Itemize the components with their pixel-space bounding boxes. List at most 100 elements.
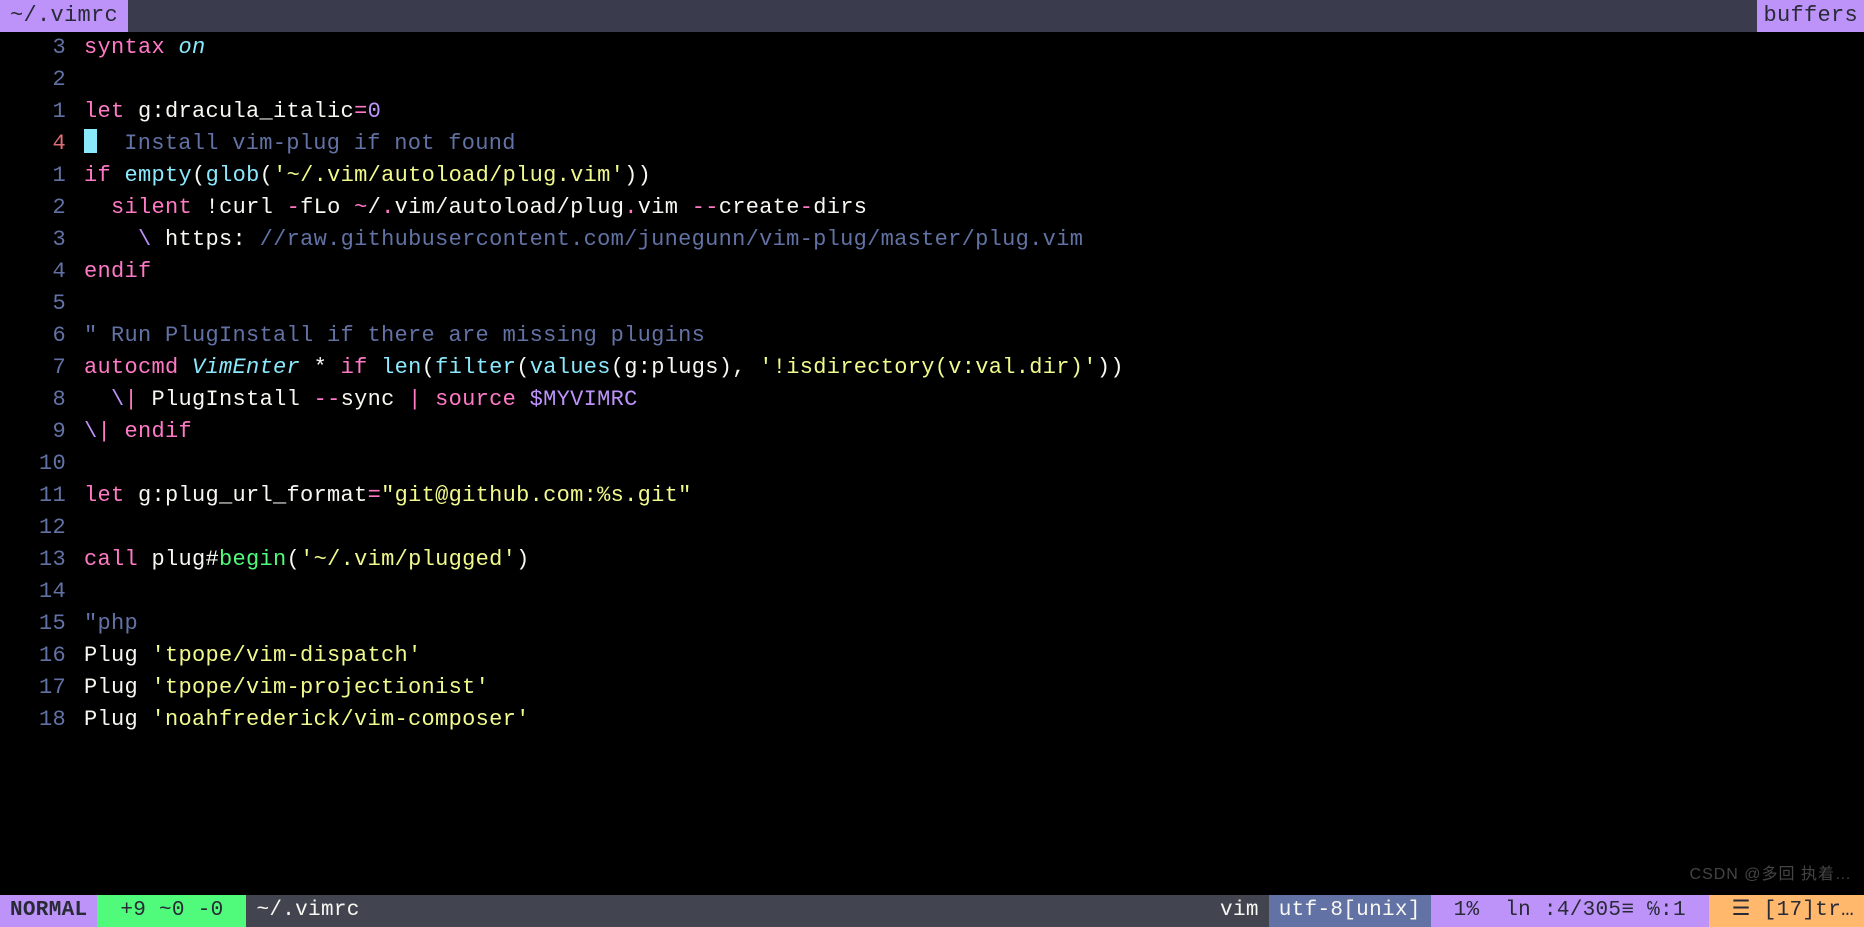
token [327, 355, 341, 380]
editor-line[interactable]: 4 Install vim-plug if not found [0, 128, 1864, 160]
tabline-right-label[interactable]: buffers [1757, 0, 1864, 32]
editor-line[interactable]: 16Plug 'tpope/vim-dispatch' [0, 640, 1864, 672]
code-content[interactable]: Install vim-plug if not found [84, 128, 1864, 160]
code-content[interactable]: let g:plug_url_format="git@github.com:%s… [84, 480, 1864, 512]
editor-viewport[interactable]: 3syntax on21let g:dracula_italic=04 Inst… [0, 32, 1864, 895]
line-number: 10 [0, 448, 84, 480]
tab-active[interactable]: ~/.vimrc [0, 0, 128, 32]
status-encoding: utf-8[unix] [1269, 895, 1431, 927]
token: \ [138, 227, 152, 252]
token: dracula_italic [165, 99, 354, 124]
token: let [84, 483, 125, 508]
code-content[interactable]: \ https: //raw.githubusercontent.com/jun… [84, 224, 1864, 256]
token: on [179, 35, 206, 60]
token [246, 227, 260, 252]
editor-line[interactable]: 9\| endif [0, 416, 1864, 448]
token: plug# [138, 547, 219, 572]
token: . [381, 195, 395, 220]
token: "php [84, 611, 138, 636]
line-number: 1 [0, 160, 84, 192]
token: endif [84, 259, 152, 284]
status-file: ~/.vimrc [246, 895, 369, 927]
token: autocmd [84, 355, 179, 380]
token: * [314, 355, 328, 380]
editor-line[interactable]: 14 [0, 576, 1864, 608]
token: | [408, 387, 422, 412]
line-number: 3 [0, 224, 84, 256]
code-content[interactable]: syntax on [84, 32, 1864, 64]
token: . [624, 195, 638, 220]
editor-line[interactable]: 4endif [0, 256, 1864, 288]
editor-line[interactable]: 1if empty(glob('~/.vim/autoload/plug.vim… [0, 160, 1864, 192]
token: $MYVIMRC [530, 387, 638, 412]
editor-line[interactable]: 1let g:dracula_italic=0 [0, 96, 1864, 128]
token: values [530, 355, 611, 380]
code-content[interactable]: " Run PlugInstall if there are missing p… [84, 320, 1864, 352]
token: ( [422, 355, 436, 380]
token: "git@github.com:%s.git" [381, 483, 692, 508]
line-number: 2 [0, 192, 84, 224]
token: g: [125, 99, 166, 124]
code-content[interactable]: Plug 'noahfrederick/vim-composer' [84, 704, 1864, 736]
editor-line[interactable]: 18Plug 'noahfrederick/vim-composer' [0, 704, 1864, 736]
code-content[interactable]: autocmd VimEnter * if len(filter(values(… [84, 352, 1864, 384]
token: | [125, 387, 139, 412]
editor-line[interactable]: 12 [0, 512, 1864, 544]
token: )) [624, 163, 651, 188]
token: silent [111, 195, 192, 220]
line-number: 18 [0, 704, 84, 736]
code-content[interactable] [84, 64, 1864, 96]
token: - [800, 195, 814, 220]
status-spacer [370, 895, 1210, 927]
code-content[interactable] [84, 576, 1864, 608]
code-content[interactable]: call plug#begin('~/.vim/plugged') [84, 544, 1864, 576]
editor-line[interactable]: 3 \ https: //raw.githubusercontent.com/j… [0, 224, 1864, 256]
token: fLo [300, 195, 354, 220]
tab-label: ~/.vimrc [10, 0, 118, 32]
token: ( [287, 547, 301, 572]
code-content[interactable]: silent !curl -fLo ~/.vim/autoload/plug.v… [84, 192, 1864, 224]
code-content[interactable]: "php [84, 608, 1864, 640]
token: \ [111, 387, 125, 412]
token: ) [516, 547, 530, 572]
token: 'tpope/vim-dispatch' [152, 643, 422, 668]
token: -- [692, 195, 719, 220]
token: dirs [813, 195, 867, 220]
editor-line[interactable]: 2 silent !curl -fLo ~/.vim/autoload/plug… [0, 192, 1864, 224]
code-content[interactable]: endif [84, 256, 1864, 288]
code-content[interactable]: Plug 'tpope/vim-projectionist' [84, 672, 1864, 704]
code-content[interactable] [84, 448, 1864, 480]
line-number: 4 [0, 128, 84, 160]
token: begin [219, 547, 287, 572]
token: ( [192, 163, 206, 188]
cursor [84, 129, 97, 153]
code-content[interactable] [84, 512, 1864, 544]
editor-line[interactable]: 3syntax on [0, 32, 1864, 64]
line-number: 1 [0, 96, 84, 128]
token [192, 195, 206, 220]
token: 'noahfrederick/vim-composer' [152, 707, 530, 732]
editor-line[interactable]: 17Plug 'tpope/vim-projectionist' [0, 672, 1864, 704]
editor-line[interactable]: 2 [0, 64, 1864, 96]
editor-line[interactable]: 5 [0, 288, 1864, 320]
editor-line[interactable]: 7autocmd VimEnter * if len(filter(values… [0, 352, 1864, 384]
code-content[interactable]: \| PlugInstall --sync | source $MYVIMRC [84, 384, 1864, 416]
code-content[interactable]: if empty(glob('~/.vim/autoload/plug.vim'… [84, 160, 1864, 192]
code-content[interactable]: \| endif [84, 416, 1864, 448]
tabline[interactable]: ~/.vimrc buffers [0, 0, 1864, 32]
code-content[interactable]: let g:dracula_italic=0 [84, 96, 1864, 128]
editor-line[interactable]: 11let g:plug_url_format="git@github.com:… [0, 480, 1864, 512]
editor-line[interactable]: 13call plug#begin('~/.vim/plugged') [0, 544, 1864, 576]
code-content[interactable]: Plug 'tpope/vim-dispatch' [84, 640, 1864, 672]
editor-line[interactable]: 8 \| PlugInstall --sync | source $MYVIMR… [0, 384, 1864, 416]
token: if [341, 355, 368, 380]
editor-line[interactable]: 15"php [0, 608, 1864, 640]
token: vim/autoload/plug [395, 195, 625, 220]
line-number: 17 [0, 672, 84, 704]
editor-line[interactable]: 6" Run PlugInstall if there are missing … [0, 320, 1864, 352]
token [179, 355, 193, 380]
token: 'tpope/vim-projectionist' [152, 675, 490, 700]
token [84, 195, 111, 220]
editor-line[interactable]: 10 [0, 448, 1864, 480]
code-content[interactable] [84, 288, 1864, 320]
